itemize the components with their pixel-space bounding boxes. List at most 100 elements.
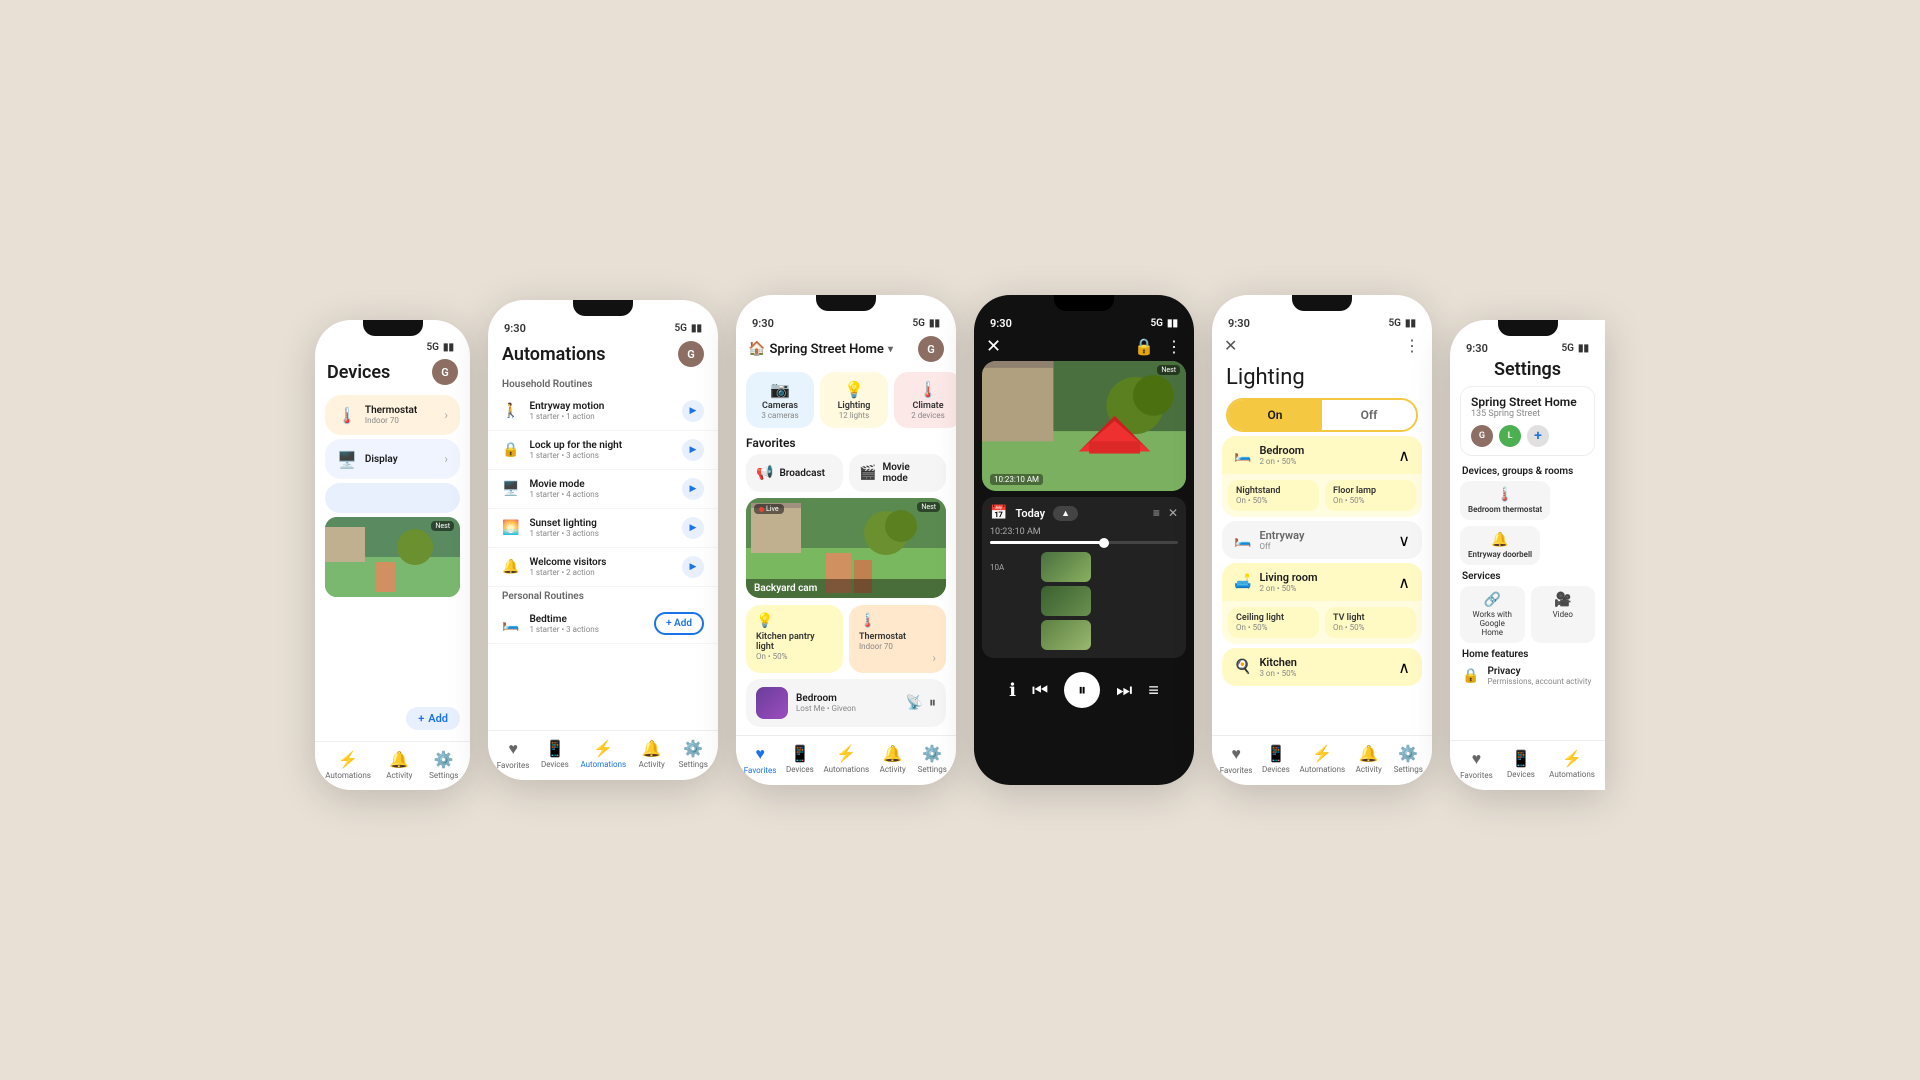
play-button[interactable]: ▶ bbox=[682, 556, 704, 578]
timeline-filter[interactable]: ▲ bbox=[1053, 506, 1078, 521]
nav-devices[interactable]: 📱 Devices bbox=[1260, 744, 1292, 775]
user-avatar[interactable]: G bbox=[432, 359, 458, 385]
status-time: 9:30 bbox=[504, 322, 526, 335]
nav-automations[interactable]: ⚡ Automations bbox=[580, 739, 626, 770]
thermostat-tile[interactable]: 🌡️ Thermostat Indoor 70 › bbox=[849, 605, 946, 673]
home-selector[interactable]: 🏠 Spring Street Home ▾ bbox=[748, 341, 893, 357]
cast-icon[interactable]: 📡 bbox=[906, 695, 923, 711]
routine-movie[interactable]: 🖥️ Movie mode 1 starter • 4 actions ▶ bbox=[488, 470, 718, 509]
routine-entryway[interactable]: 🚶 Entryway motion 1 starter • 1 action ▶ bbox=[488, 392, 718, 431]
timeline-bar[interactable] bbox=[990, 541, 1178, 544]
welcome-icon: 🔔 bbox=[502, 559, 519, 575]
menu-button[interactable]: ≡ bbox=[1148, 680, 1159, 701]
tv-light[interactable]: TV light On • 50% bbox=[1325, 607, 1416, 638]
nav-favorites[interactable]: ♥ Favorites bbox=[1220, 744, 1253, 775]
nav-automations[interactable]: ⚡ Automations bbox=[1299, 744, 1345, 775]
google-home-service[interactable]: 🔗 Works with Google Home bbox=[1460, 586, 1525, 643]
clip-thumbnail bbox=[1041, 620, 1091, 650]
nav-activity[interactable]: 🔔 Activity bbox=[1353, 744, 1385, 775]
service-name: Video bbox=[1539, 610, 1588, 619]
skip-back-button[interactable]: ⏮ bbox=[1032, 680, 1048, 701]
skip-forward-button[interactable]: ⏭ bbox=[1116, 680, 1132, 701]
privacy-feature[interactable]: 🔒 Privacy Permissions, account activity bbox=[1450, 662, 1605, 690]
nav-activity[interactable]: 🔔 Activity bbox=[636, 739, 668, 770]
on-button[interactable]: On bbox=[1228, 400, 1322, 430]
close-icon[interactable]: ✕ bbox=[986, 336, 1001, 357]
play-pause-button[interactable]: ⏸ bbox=[1064, 672, 1100, 708]
nav-activity[interactable]: 🔔 Activity bbox=[877, 744, 909, 775]
nav-activity[interactable]: 🔔 Activity bbox=[383, 750, 415, 780]
routine-sunset[interactable]: 🌅 Sunset lighting 1 starter • 3 actions … bbox=[488, 509, 718, 548]
play-button[interactable]: ▶ bbox=[682, 517, 704, 539]
user-avatar[interactable]: G bbox=[678, 341, 704, 367]
thermostat-card[interactable]: 🌡️ Thermostat Indoor 70 › bbox=[325, 395, 460, 435]
play-button[interactable]: ▶ bbox=[682, 400, 704, 422]
play-button[interactable]: ▶ bbox=[682, 439, 704, 461]
bedroom-header[interactable]: 🛏️ Bedroom 2 on • 50% ∧ bbox=[1222, 436, 1422, 474]
play-button[interactable]: ▶ bbox=[682, 478, 704, 500]
nav-devices[interactable]: 📱 Devices bbox=[784, 744, 816, 775]
clip-item-3[interactable] bbox=[990, 620, 1178, 650]
pause-icon[interactable]: ⏸ bbox=[929, 695, 936, 711]
nav-automations[interactable]: ⚡ Automations bbox=[325, 750, 371, 780]
close-icon[interactable]: ✕ bbox=[1224, 336, 1237, 355]
display-card[interactable]: 🖥️ Display › bbox=[325, 439, 460, 479]
floor-lamp-light[interactable]: Floor lamp On • 50% bbox=[1325, 480, 1416, 511]
status-time: 9:30 bbox=[1228, 317, 1250, 330]
routine-lock[interactable]: 🔒 Lock up for the night 1 starter • 3 ac… bbox=[488, 431, 718, 470]
nav-devices[interactable]: 📱 Devices bbox=[539, 739, 571, 770]
nav-automations[interactable]: ⚡ Automations bbox=[823, 744, 869, 775]
backyard-cam-card[interactable]: Live Nest Backyard cam bbox=[746, 498, 946, 598]
lighting-category[interactable]: 💡 Lighting 12 lights bbox=[820, 372, 888, 428]
nav-favorites[interactable]: ♥ Favorites bbox=[497, 739, 530, 770]
add-member-button[interactable]: + bbox=[1527, 425, 1549, 447]
nav-bar: ♥ Favorites 📱 Devices ⚡ Automations 🔔 Ac… bbox=[488, 730, 718, 780]
entryway-doorbell-item[interactable]: 🔔 Entryway doorbell bbox=[1460, 526, 1540, 565]
info-button[interactable]: ℹ bbox=[1009, 680, 1016, 701]
status-time: 9:30 bbox=[990, 317, 1012, 330]
nav-devices[interactable]: 📱 Devices bbox=[1505, 749, 1537, 780]
nav-settings[interactable]: ⚙️ Settings bbox=[677, 739, 709, 770]
kitchen-light-tile[interactable]: 💡 Kitchen pantry light On • 50% bbox=[746, 605, 843, 673]
music-info: Bedroom Lost Me • Giveon bbox=[796, 693, 898, 713]
nav-automations[interactable]: ⚡ Automations bbox=[1549, 749, 1595, 780]
list-view-icon[interactable]: ≡ bbox=[1153, 506, 1160, 520]
cameras-category[interactable]: 📷 Cameras 3 cameras bbox=[746, 372, 814, 428]
nav-settings[interactable]: ⚙️ Settings bbox=[1392, 744, 1424, 775]
home-info-card: Spring Street Home 135 Spring Street G L… bbox=[1460, 386, 1595, 456]
kitchen-header[interactable]: 🍳 Kitchen 3 on • 50% ∧ bbox=[1222, 648, 1422, 686]
living-room-header[interactable]: 🛋️ Living room 2 on • 50% ∧ bbox=[1222, 563, 1422, 601]
tile-sub: On • 50% bbox=[756, 652, 833, 661]
add-button[interactable]: + Add bbox=[406, 707, 460, 730]
ceiling-light[interactable]: Ceiling light On • 50% bbox=[1228, 607, 1319, 638]
movie-mode-button[interactable]: 🎬 Movie mode bbox=[849, 454, 946, 492]
routine-welcome[interactable]: 🔔 Welcome visitors 1 starter • 2 action … bbox=[488, 548, 718, 587]
nav-settings[interactable]: ⚙️ Settings bbox=[428, 750, 460, 780]
clip-item-1[interactable]: 10A bbox=[990, 552, 1178, 582]
camera-preview[interactable]: Nest bbox=[325, 517, 460, 597]
more-icon[interactable]: ⋮ bbox=[1404, 336, 1420, 355]
clip-item-2[interactable] bbox=[990, 586, 1178, 616]
nav-favorites[interactable]: ♥ Favorites bbox=[1460, 749, 1493, 780]
lock-icon[interactable]: 🔒 bbox=[1134, 337, 1154, 356]
off-button[interactable]: Off bbox=[1322, 400, 1416, 430]
personal-add-button[interactable]: + Add bbox=[654, 612, 704, 635]
close-timeline-icon[interactable]: ✕ bbox=[1168, 506, 1178, 520]
nightstand-light[interactable]: Nightstand On • 50% bbox=[1228, 480, 1319, 511]
broadcast-button[interactable]: 📢 Broadcast bbox=[746, 454, 843, 492]
settings-icon: ⚙️ bbox=[434, 750, 454, 769]
video-service[interactable]: 🎥 Video bbox=[1531, 586, 1596, 643]
bedroom-info: Bedroom 2 on • 50% bbox=[1259, 444, 1398, 466]
more-icon[interactable]: ⋮ bbox=[1166, 337, 1182, 356]
climate-category[interactable]: 🌡️ Climate 2 devices bbox=[894, 372, 956, 428]
lighting-name: Lighting bbox=[830, 401, 878, 411]
nav-favorites[interactable]: ♥ Favorites bbox=[744, 744, 777, 775]
routine-bedtime[interactable]: 🛏️ Bedtime 1 starter • 3 actions + Add bbox=[488, 604, 718, 644]
nav-settings[interactable]: ⚙️ Settings bbox=[916, 744, 948, 775]
favorites-icon: ♥ bbox=[755, 744, 765, 764]
user-avatar[interactable]: G bbox=[918, 336, 944, 362]
phones-container: 5G ▮▮ Devices G 🌡️ Thermostat Indoor 70 … bbox=[295, 250, 1625, 830]
bedroom-music-card[interactable]: Bedroom Lost Me • Giveon 📡 ⏸ bbox=[746, 679, 946, 727]
entryway-header[interactable]: 🛏️ Entryway Off ∨ bbox=[1222, 521, 1422, 559]
bedroom-thermostat-item[interactable]: 🌡️ Bedroom thermostat bbox=[1460, 481, 1550, 520]
